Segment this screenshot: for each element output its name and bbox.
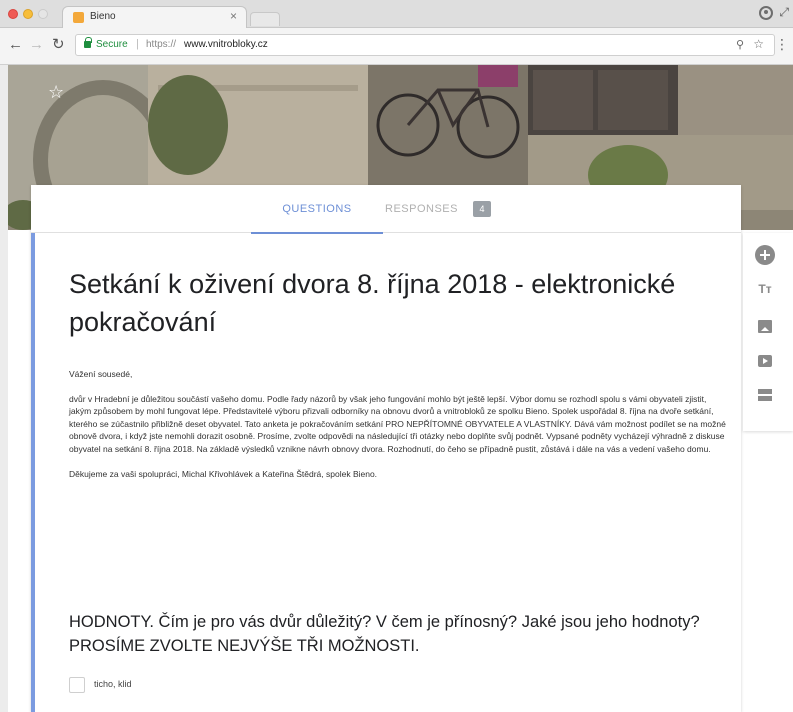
form-title[interactable]: Setkání k oživení dvora 8. října 2018 - … bbox=[69, 265, 709, 341]
option-label: ticho, klid bbox=[94, 679, 132, 689]
star-icon[interactable]: ☆ bbox=[48, 83, 64, 101]
zoom-window-button[interactable] bbox=[38, 9, 48, 19]
tab-title: Bieno bbox=[90, 11, 116, 22]
focus-indicator-bar bbox=[31, 233, 35, 712]
add-section-icon[interactable] bbox=[755, 385, 775, 405]
reload-button[interactable]: ↻ bbox=[52, 37, 65, 53]
url-scheme: https:// bbox=[146, 39, 177, 50]
form-tabs: QUESTIONS RESPONSES 4 bbox=[31, 185, 741, 234]
forward-button[interactable]: → bbox=[29, 37, 44, 53]
back-button[interactable]: ← bbox=[8, 37, 23, 53]
tab-questions[interactable]: QUESTIONS bbox=[251, 185, 383, 234]
add-video-icon[interactable] bbox=[755, 351, 775, 371]
url-host: www.vnitrobloky.cz bbox=[184, 39, 268, 50]
checkbox-option[interactable]: ticho, klid bbox=[69, 677, 369, 697]
option-checkbox[interactable] bbox=[69, 677, 85, 693]
add-question-icon[interactable] bbox=[755, 245, 775, 265]
url-separator: | bbox=[136, 38, 139, 50]
browser-toolbar: ← → ↻ Secure | https:// www.vnitrobloky.… bbox=[0, 28, 793, 65]
description-paragraph: Vážení sousedé, bbox=[69, 369, 133, 379]
add-title-icon[interactable]: Tт bbox=[755, 279, 775, 299]
page-left-edge bbox=[0, 65, 8, 712]
tab-close-button[interactable]: × bbox=[230, 9, 237, 23]
tab-responses[interactable]: RESPONSES bbox=[385, 203, 458, 215]
side-toolbar: Tт bbox=[743, 233, 793, 431]
search-icon[interactable]: ⚲ bbox=[736, 38, 744, 51]
form-card: QUESTIONS RESPONSES 4 Setkání k oživení … bbox=[31, 185, 741, 712]
description-paragraph: dvůr v Hradební je důležitou součástí va… bbox=[69, 393, 726, 454]
expand-icon[interactable]: ⤢ bbox=[779, 5, 789, 20]
close-window-button[interactable] bbox=[8, 9, 18, 19]
lock-icon bbox=[84, 37, 92, 48]
form-description[interactable]: Vážení sousedé, dvůr v Hradební je důlež… bbox=[69, 368, 729, 492]
profile-icon[interactable] bbox=[759, 6, 773, 20]
minimize-window-button[interactable] bbox=[23, 9, 33, 19]
question-title[interactable]: HODNOTY. Čím je pro vás dvůr důležitý? V… bbox=[69, 610, 709, 658]
favicon-icon bbox=[73, 12, 84, 23]
menu-icon[interactable]: ⋮ bbox=[775, 37, 789, 51]
add-image-icon[interactable] bbox=[755, 317, 775, 337]
tab-active-underline bbox=[251, 232, 383, 234]
tab-questions-label: QUESTIONS bbox=[282, 203, 352, 215]
description-paragraph: Děkujeme za vaši spolupráci, Michal Křiv… bbox=[69, 468, 378, 479]
browser-tab[interactable]: Bieno × bbox=[62, 6, 247, 28]
address-bar[interactable]: Secure | https:// www.vnitrobloky.cz ⚲ ☆ bbox=[75, 34, 775, 56]
page: ☆ QUESTIONS RESPONSES 4 Setkání k oživen… bbox=[0, 65, 793, 712]
secure-label: Secure bbox=[96, 39, 128, 50]
browser-titlebar: Bieno × ⤢ bbox=[0, 0, 793, 28]
new-tab-button[interactable] bbox=[250, 12, 280, 26]
bookmark-star-icon[interactable]: ☆ bbox=[753, 37, 764, 51]
responses-count-badge: 4 bbox=[473, 201, 491, 217]
